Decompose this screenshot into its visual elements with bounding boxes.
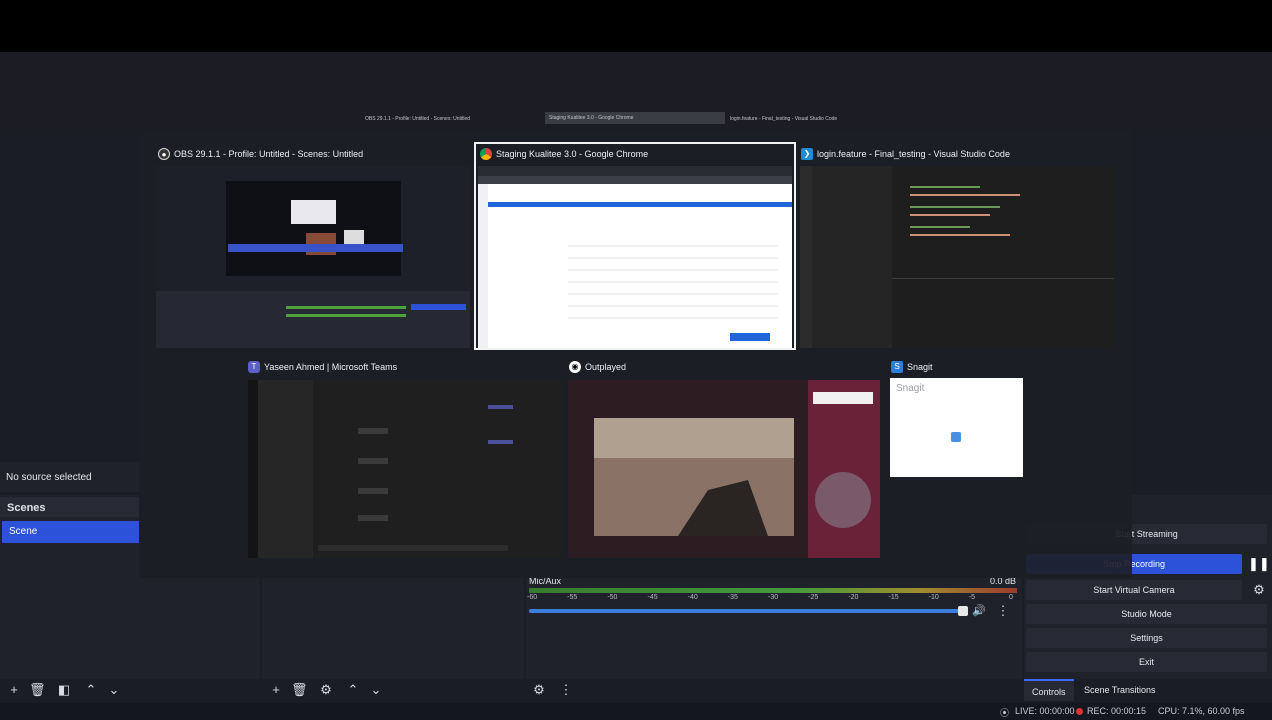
speaker-icon[interactable]: 🔊	[971, 603, 987, 619]
source-properties-icon[interactable]: ⚙	[318, 682, 334, 698]
add-source-icon[interactable]: +	[268, 682, 284, 698]
thumbnail-teams[interactable]	[248, 380, 562, 558]
window-title-chrome[interactable]: Staging Kualitee 3.0 - Google Chrome	[480, 148, 648, 160]
tab-controls[interactable]: Controls	[1024, 679, 1074, 701]
window-title-outplayed[interactable]: ◉ Outplayed	[569, 361, 626, 373]
source-down-icon[interactable]: ⌄	[368, 682, 384, 698]
rec-dot-icon	[1076, 708, 1083, 715]
outplayed-icon: ◉	[569, 361, 581, 373]
live-indicator-icon: ⦿	[1000, 708, 1010, 718]
volume-meter	[529, 588, 1017, 593]
obs-icon: ●	[158, 148, 170, 160]
screen: No source selected Scenes Scene + 🗑 ◧ ⌃ …	[0, 0, 1272, 720]
meter-scale-label: -30	[768, 594, 779, 601]
exit-button[interactable]: Exit	[1026, 652, 1267, 672]
move-down-icon[interactable]: ⌄	[106, 682, 122, 698]
outplayed-thumb-art	[568, 380, 880, 558]
remove-source-icon[interactable]: 🗑	[291, 682, 308, 698]
vscode-icon: ❯	[801, 148, 813, 160]
status-bar: ⦿ LIVE: 00:00:00 REC: 00:00:15 CPU: 7.1%…	[0, 703, 1272, 720]
start-virtual-camera-button[interactable]: Start Virtual Camera	[1026, 580, 1242, 600]
window-title-snagit[interactable]: S Snagit	[891, 361, 933, 373]
overlay-top-strip: OBS 29.1.1 - Profile: Untitled - Scenes:…	[0, 52, 1272, 130]
meter-scale-label: -55	[567, 594, 578, 601]
meter-scale-label: 0	[1009, 594, 1013, 601]
meter-scale-label: -50	[607, 594, 618, 601]
window-title-obs[interactable]: ● OBS 29.1.1 - Profile: Untitled - Scene…	[158, 148, 363, 160]
rec-time: REC: 00:00:15	[1087, 706, 1147, 716]
volume-fader[interactable]	[529, 609, 964, 613]
meter-scale-label: -60	[527, 594, 538, 601]
remove-scene-icon[interactable]: 🗑	[29, 682, 46, 698]
vscode-thumb-art	[800, 166, 1114, 348]
window-title-teams[interactable]: T Yaseen Ahmed | Microsoft Teams	[248, 361, 397, 373]
meter-scale-label: -10	[928, 594, 939, 601]
virtual-camera-settings-icon[interactable]: ⚙	[1251, 582, 1267, 598]
teams-icon: T	[248, 361, 260, 373]
cpu-usage: CPU: 7.1%, 60.00 fps	[1158, 706, 1245, 716]
scenes-header: Scenes	[0, 497, 139, 517]
chrome-thumb-art	[478, 166, 792, 348]
meter-scale-label: -20	[848, 594, 859, 601]
obs-thumb-art	[156, 181, 470, 348]
volume-fader-handle[interactable]	[958, 606, 968, 616]
teams-thumb-art	[248, 380, 513, 558]
chrome-icon	[480, 148, 492, 160]
scene-list-item[interactable]: Scene	[2, 521, 139, 543]
source-up-icon[interactable]: ⌃	[345, 682, 361, 698]
studio-mode-button[interactable]: Studio Mode	[1026, 604, 1267, 624]
snagit-icon: S	[891, 361, 903, 373]
meter-scale-label: -45	[647, 594, 658, 601]
live-time: LIVE: 00:00:00	[1015, 706, 1075, 716]
scene-filters-icon[interactable]: ◧	[56, 682, 72, 698]
thumbnail-obs[interactable]	[156, 166, 470, 348]
snagit-splash-label: Snagit	[896, 383, 925, 394]
move-up-icon[interactable]: ⌃	[83, 682, 99, 698]
thumbnail-outplayed[interactable]	[568, 380, 880, 558]
tab-scene-transitions[interactable]: Scene Transitions	[1076, 679, 1164, 701]
snagit-splash-icon	[951, 432, 961, 442]
add-scene-icon[interactable]: +	[6, 682, 22, 698]
sources-dock	[262, 578, 524, 679]
meter-scale-label: -40	[687, 594, 698, 601]
no-source-label: No source selected	[6, 472, 92, 483]
meter-scale-label: -15	[888, 594, 899, 601]
rec-indicator: REC: 00:00:15	[1076, 706, 1146, 716]
thumbnail-vscode[interactable]	[800, 166, 1114, 348]
mixer-menu-icon[interactable]: ⋮	[995, 603, 1011, 619]
mixer-options-icon[interactable]: ⋮	[558, 682, 574, 698]
mini-title-chrome: Staging Kualitee 3.0 - Google Chrome	[545, 112, 725, 124]
meter-scale-label: -35	[727, 594, 738, 601]
pause-icon[interactable]: ❚❚	[1248, 556, 1270, 572]
settings-button[interactable]: Settings	[1026, 628, 1267, 648]
window-title-vscode[interactable]: ❯ login.feature - Final_testing - Visual…	[801, 148, 1010, 160]
mini-title-vscode: login.feature - Final_testing - Visual S…	[730, 116, 838, 122]
thumbnail-chrome[interactable]	[478, 166, 792, 348]
mini-title-obs: OBS 29.1.1 - Profile: Untitled - Scenes:…	[365, 116, 471, 122]
meter-scale-label: -5	[968, 594, 976, 601]
meter-scale-label: -25	[808, 594, 819, 601]
advanced-audio-icon[interactable]: ⚙	[531, 682, 547, 698]
